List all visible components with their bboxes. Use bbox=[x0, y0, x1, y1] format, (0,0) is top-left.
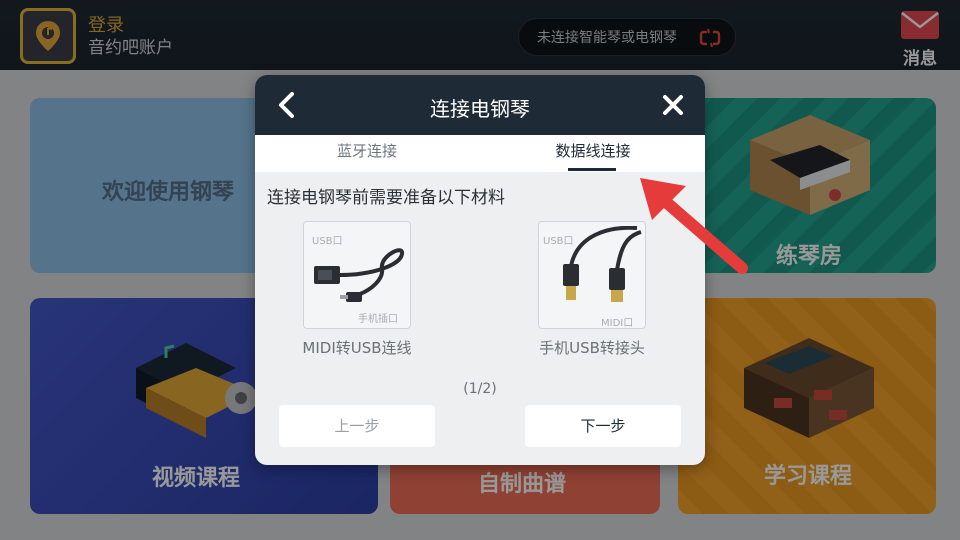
prev-step-button[interactable]: 上一步 bbox=[279, 405, 435, 447]
next-step-button[interactable]: 下一步 bbox=[525, 405, 681, 447]
midi-usb-caption: MIDI转USB连线 bbox=[302, 339, 412, 357]
phone-usb-adapter-image: USB口 MIDI口 bbox=[538, 221, 646, 329]
dialog-title: 连接电钢琴 bbox=[430, 97, 530, 121]
tab-cable[interactable]: 数据线连接 bbox=[513, 135, 673, 172]
usb-cable-icon bbox=[563, 226, 642, 302]
active-tab-indicator bbox=[568, 168, 616, 171]
connection-tabs: 蓝牙连接 数据线连接 bbox=[255, 135, 705, 172]
tab-bluetooth[interactable]: 蓝牙连接 bbox=[287, 135, 447, 172]
annotation-arrow-icon bbox=[640, 178, 748, 274]
usb-port-label: USB口 bbox=[312, 236, 343, 247]
close-icon[interactable] bbox=[661, 93, 685, 117]
midi-port-label: MIDI口 bbox=[601, 318, 634, 329]
dialog-header: 连接电钢琴 bbox=[255, 75, 705, 135]
page-indicator: (1/2) bbox=[463, 381, 497, 397]
otg-cable-icon bbox=[314, 248, 404, 302]
materials-intro: 连接电钢琴前需要准备以下材料 bbox=[267, 188, 505, 208]
phone-adapter-caption: 手机USB转接头 bbox=[539, 339, 645, 357]
material-item-midi-usb: USB口 手机插口 MIDI转USB连线 bbox=[257, 221, 457, 358]
phone-port-label: 手机插口 bbox=[358, 314, 398, 325]
midi-usb-cable-image: USB口 手机插口 bbox=[303, 221, 411, 329]
